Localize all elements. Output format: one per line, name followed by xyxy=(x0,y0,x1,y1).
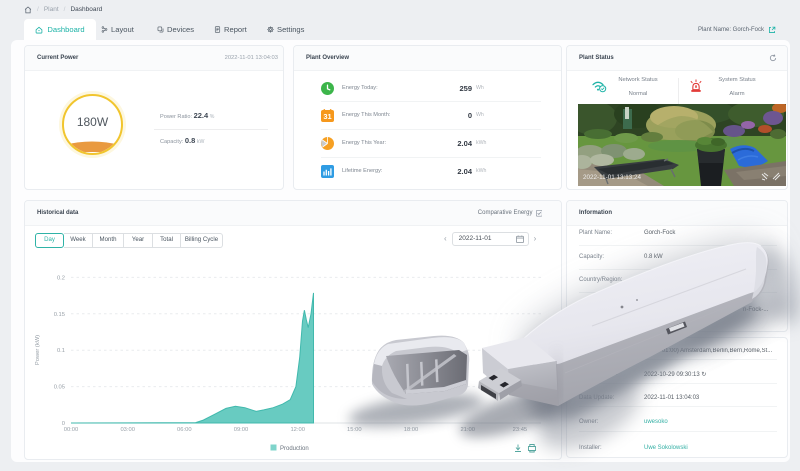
svg-text:09:00: 09:00 xyxy=(234,427,249,433)
svg-text:15:00: 15:00 xyxy=(347,427,362,433)
svg-text:00:00: 00:00 xyxy=(64,427,79,433)
svg-text:03:00: 03:00 xyxy=(120,427,135,433)
svg-text:Power (kW): Power (kW) xyxy=(35,335,41,365)
svg-text:2022-11-01 13:13:24: 2022-11-01 13:13:24 xyxy=(583,174,642,181)
svg-text:0.2: 0.2 xyxy=(57,275,65,281)
svg-text:06:00: 06:00 xyxy=(177,427,192,433)
svg-text:0.15: 0.15 xyxy=(54,312,65,318)
svg-text:31: 31 xyxy=(323,112,331,121)
svg-text:0.05: 0.05 xyxy=(54,385,65,391)
svg-text:18:00: 18:00 xyxy=(404,427,419,433)
svg-text:23:45: 23:45 xyxy=(513,427,528,433)
svg-text:0.1: 0.1 xyxy=(57,348,65,354)
svg-text:Production: Production xyxy=(280,446,309,452)
svg-text:12:00: 12:00 xyxy=(290,427,305,433)
svg-text:21:00: 21:00 xyxy=(460,427,475,433)
